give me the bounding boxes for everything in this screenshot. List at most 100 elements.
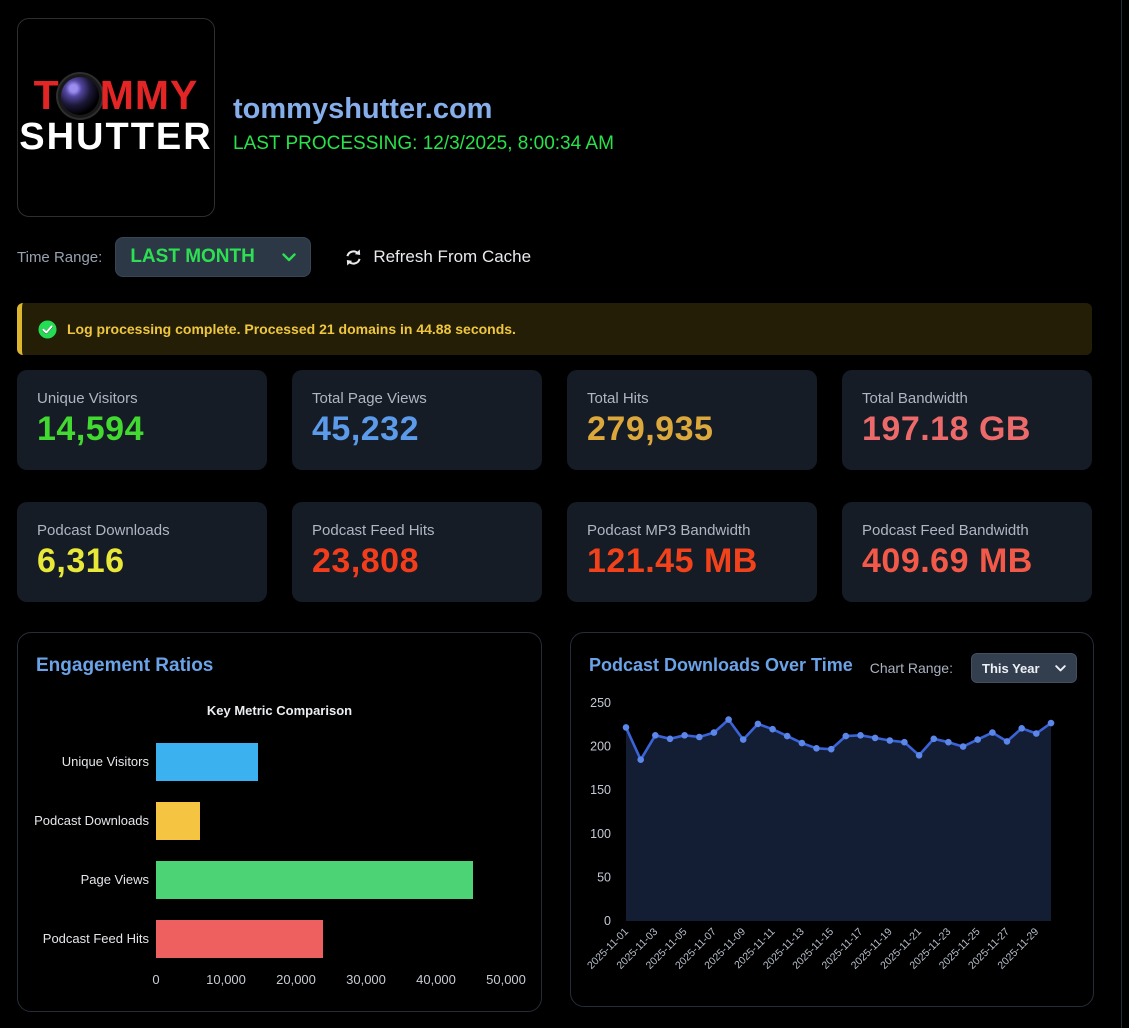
x-axis-tick-label: 20,000	[276, 972, 316, 987]
stats-grid: Unique Visitors 14,594 Total Page Views …	[17, 370, 1092, 602]
bar-row: Page Views	[18, 850, 541, 909]
controls-row: Time Range: LAST MONTH Refresh From Cach…	[17, 237, 531, 277]
refresh-button-label: Refresh From Cache	[373, 247, 531, 267]
podcast-downloads-panel: 0501001502002502025-11-012025-11-032025-…	[570, 632, 1094, 1007]
logo-letters-mmy: MMY	[100, 75, 199, 116]
stat-card-total-page-views: Total Page Views 45,232	[292, 370, 542, 470]
header-text-block: tommyshutter.com LAST PROCESSING: 12/3/2…	[233, 93, 614, 155]
stat-value: 14,594	[37, 410, 247, 449]
data-point	[857, 732, 864, 739]
engagement-ratios-panel: Engagement Ratios Key Metric Comparison …	[17, 632, 542, 1012]
x-axis-tick-label: 50,000	[486, 972, 526, 987]
stat-label: Total Bandwidth	[862, 390, 1072, 407]
success-alert: Log processing complete. Processed 21 do…	[17, 303, 1092, 355]
stat-card-total-hits: Total Hits 279,935	[567, 370, 817, 470]
stat-label: Podcast Downloads	[37, 522, 247, 539]
time-range-selected-value: LAST MONTH	[130, 246, 255, 268]
chart-range-label: Chart Range:	[870, 660, 953, 676]
stat-label: Unique Visitors	[37, 390, 247, 407]
stat-value: 409.69 MB	[862, 542, 1072, 581]
site-logo: TMMY SHUTTER	[17, 18, 215, 217]
logo-text-tommy: T MMY	[34, 75, 199, 116]
x-axis-tick-label: 0	[152, 972, 159, 987]
data-point	[945, 739, 952, 746]
stat-value: 279,935	[587, 410, 797, 449]
bar-segment	[156, 920, 323, 958]
time-range-label: Time Range:	[17, 249, 102, 266]
data-point	[755, 721, 762, 728]
dashboard-page: { "header": { "logo_line1": "TOMMY", "lo…	[0, 0, 1129, 1028]
data-point	[696, 734, 703, 741]
data-point	[960, 743, 967, 750]
data-point	[725, 716, 732, 723]
page-scrollbar[interactable]	[1121, 0, 1122, 1028]
y-axis-tick-label: 100	[590, 827, 611, 841]
data-point	[1018, 725, 1025, 732]
line-chart-area-fill	[626, 720, 1051, 921]
x-axis-tick-label: 10,000	[206, 972, 246, 987]
y-axis-tick-label: 250	[590, 696, 611, 710]
stat-label: Total Page Views	[312, 390, 522, 407]
bar-segment	[156, 802, 200, 840]
stat-card-podcast-feed-bandwidth: Podcast Feed Bandwidth 409.69 MB	[842, 502, 1092, 602]
data-point	[828, 746, 835, 753]
y-axis-tick-label: 0	[604, 914, 611, 928]
data-point	[623, 724, 630, 731]
data-point	[901, 739, 908, 746]
stat-card-podcast-downloads: Podcast Downloads 6,316	[17, 502, 267, 602]
stat-value: 23,808	[312, 542, 522, 581]
stat-label: Podcast MP3 Bandwidth	[587, 522, 797, 539]
bar-chart-title: Key Metric Comparison	[18, 703, 541, 718]
data-point	[843, 733, 850, 740]
data-point	[872, 735, 879, 742]
data-point	[667, 736, 674, 743]
stat-label: Total Hits	[587, 390, 797, 407]
chart-range-select[interactable]: This Year	[971, 653, 1077, 683]
engagement-panel-title: Engagement Ratios	[36, 655, 213, 677]
x-axis-tick-label: 40,000	[416, 972, 456, 987]
time-range-select[interactable]: LAST MONTH	[115, 237, 311, 277]
data-point	[989, 729, 996, 736]
data-point	[784, 733, 791, 740]
stat-value: 6,316	[37, 542, 247, 581]
camera-lens-icon	[61, 77, 99, 115]
data-point	[740, 736, 747, 743]
line-chart: 0501001502002502025-11-012025-11-032025-…	[571, 633, 1095, 1008]
stat-label: Podcast Feed Hits	[312, 522, 522, 539]
y-axis-tick-label: 200	[590, 740, 611, 754]
bar-row: Podcast Downloads	[18, 791, 541, 850]
stat-card-unique-visitors: Unique Visitors 14,594	[17, 370, 267, 470]
data-point	[813, 745, 820, 752]
bar-row: Unique Visitors	[18, 732, 541, 791]
refresh-from-cache-button[interactable]: Refresh From Cache	[344, 247, 531, 267]
data-point	[799, 740, 806, 747]
data-point	[1048, 720, 1055, 727]
stat-value: 197.18 GB	[862, 410, 1072, 449]
refresh-icon	[344, 248, 363, 267]
stat-card-podcast-feed-hits: Podcast Feed Hits 23,808	[292, 502, 542, 602]
downloads-panel-title: Podcast Downloads Over Time	[589, 655, 853, 676]
y-axis-tick-label: 150	[590, 783, 611, 797]
logo-letter-t: T	[34, 75, 60, 116]
stat-card-podcast-mp3-bandwidth: Podcast MP3 Bandwidth 121.45 MB	[567, 502, 817, 602]
stat-value: 121.45 MB	[587, 542, 797, 581]
stat-value: 45,232	[312, 410, 522, 449]
chart-range-selected-value: This Year	[982, 661, 1040, 676]
last-processing-timestamp: LAST PROCESSING: 12/3/2025, 8:00:34 AM	[233, 133, 614, 155]
data-point	[652, 732, 659, 739]
bar-category-label: Page Views	[18, 872, 149, 887]
data-point	[887, 737, 894, 744]
chevron-down-icon	[1055, 665, 1066, 672]
alert-message: Log processing complete. Processed 21 do…	[67, 321, 516, 337]
chevron-down-icon	[282, 253, 296, 262]
bar-category-label: Unique Visitors	[18, 754, 149, 769]
data-point	[931, 736, 938, 743]
data-point	[711, 729, 718, 736]
bar-chart-x-axis: 010,00020,00030,00040,00050,000	[18, 972, 541, 992]
data-point	[974, 736, 981, 743]
stat-label: Podcast Feed Bandwidth	[862, 522, 1072, 539]
bar-row: Podcast Feed Hits	[18, 909, 541, 968]
bar-chart: Unique Visitors Podcast Downloads Page Vie…	[18, 732, 541, 968]
data-point	[681, 732, 688, 739]
data-point	[769, 726, 776, 733]
